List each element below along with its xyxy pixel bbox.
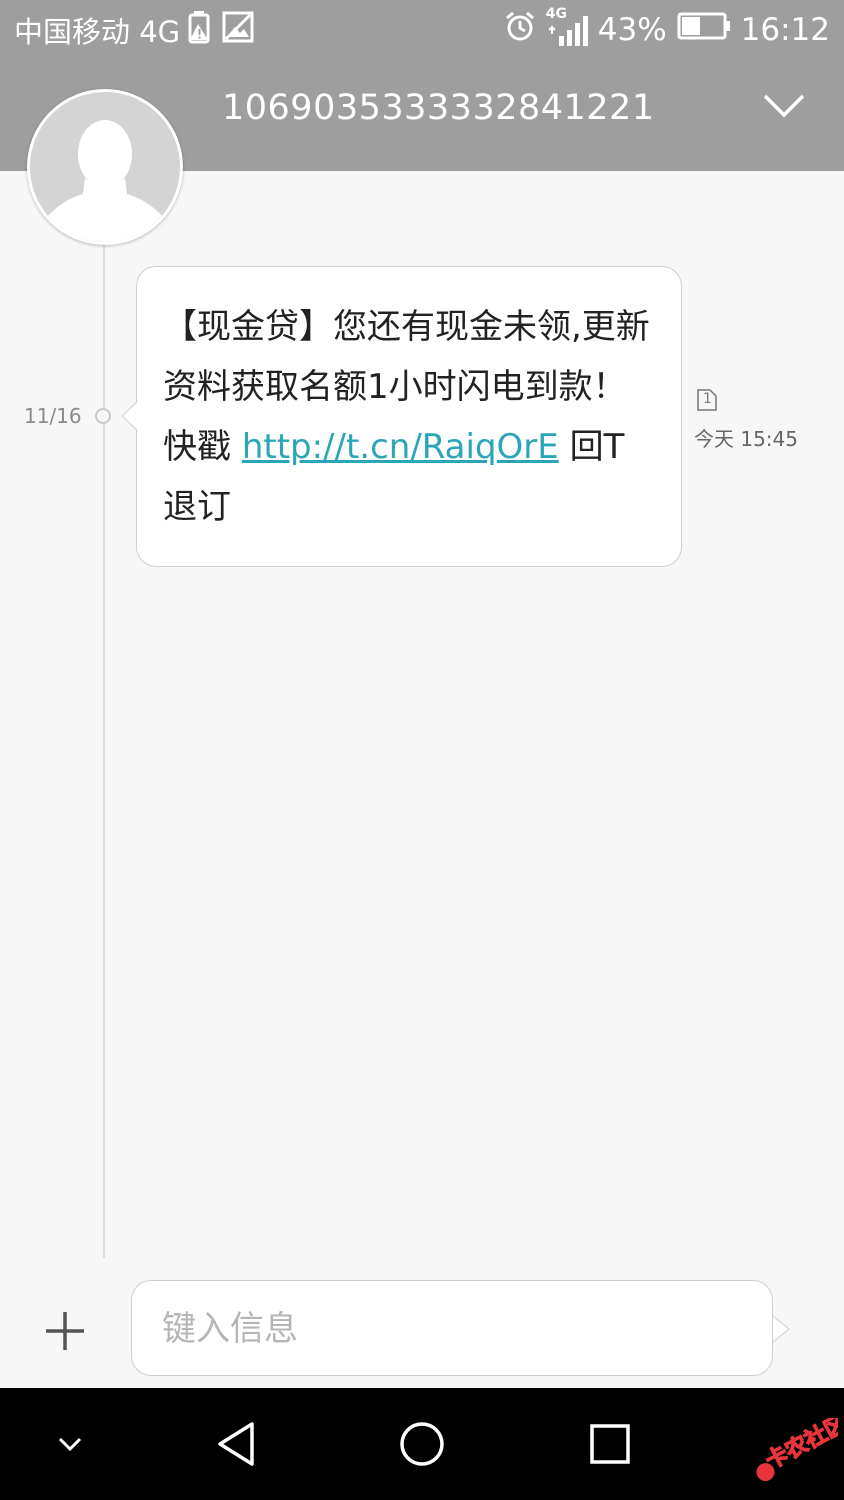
sim-slot-label: 1: [703, 391, 712, 407]
status-bar-left: 中国移动 4G: [14, 10, 254, 50]
status-bar-right: 4G 43% 16:12: [504, 6, 830, 50]
back-icon[interactable]: [208, 1414, 264, 1474]
composer-bar: [0, 1268, 844, 1388]
avatar-placeholder-icon: [30, 92, 180, 242]
avatar[interactable]: [27, 89, 183, 245]
message-text: 【现金贷】您还有现金未领,更新资料获取名额1小时闪电到款！快戳 http://t…: [163, 297, 655, 537]
battery-saver-icon: [188, 10, 214, 51]
recents-icon[interactable]: [584, 1418, 636, 1470]
battery-icon: [677, 12, 731, 48]
sim-slot-icon: 1: [697, 389, 717, 411]
navigation-bar: [0, 1388, 844, 1500]
message-time: 今天 15:45: [694, 427, 798, 451]
status-bar: 中国移动 4G 4G 43% 16:12: [0, 0, 844, 62]
signal-icon: 4G: [546, 6, 588, 50]
message-input-box[interactable]: [131, 1280, 773, 1376]
status-time: 16:12: [740, 12, 830, 48]
watermark-logo: 卡农社区: [756, 1418, 838, 1482]
message-link[interactable]: http://t.cn/RaiqOrE: [242, 427, 559, 467]
plus-icon[interactable]: [40, 1306, 90, 1356]
image-icon: [222, 11, 254, 50]
alarm-icon: [504, 10, 536, 50]
bubble-tail: [121, 402, 138, 430]
chevron-down-icon[interactable]: [762, 92, 806, 120]
contact-number[interactable]: 1069035333332841221: [222, 88, 655, 128]
message-bubble[interactable]: 【现金贷】您还有现金未领,更新资料获取名额1小时闪电到款！快戳 http://t…: [136, 266, 682, 567]
timeline-dot: [95, 408, 111, 424]
timeline-line: [103, 240, 105, 1258]
hide-keyboard-icon[interactable]: [50, 1424, 90, 1464]
home-icon[interactable]: [394, 1416, 450, 1472]
date-label: 11/16: [24, 404, 82, 428]
send-tail-icon: [772, 1315, 790, 1343]
battery-percent: 43%: [597, 12, 667, 48]
carrier-label: 中国移动 4G: [14, 15, 181, 49]
svg-text:卡农社区: 卡农社区: [761, 1418, 838, 1475]
message-input[interactable]: [160, 1303, 724, 1355]
